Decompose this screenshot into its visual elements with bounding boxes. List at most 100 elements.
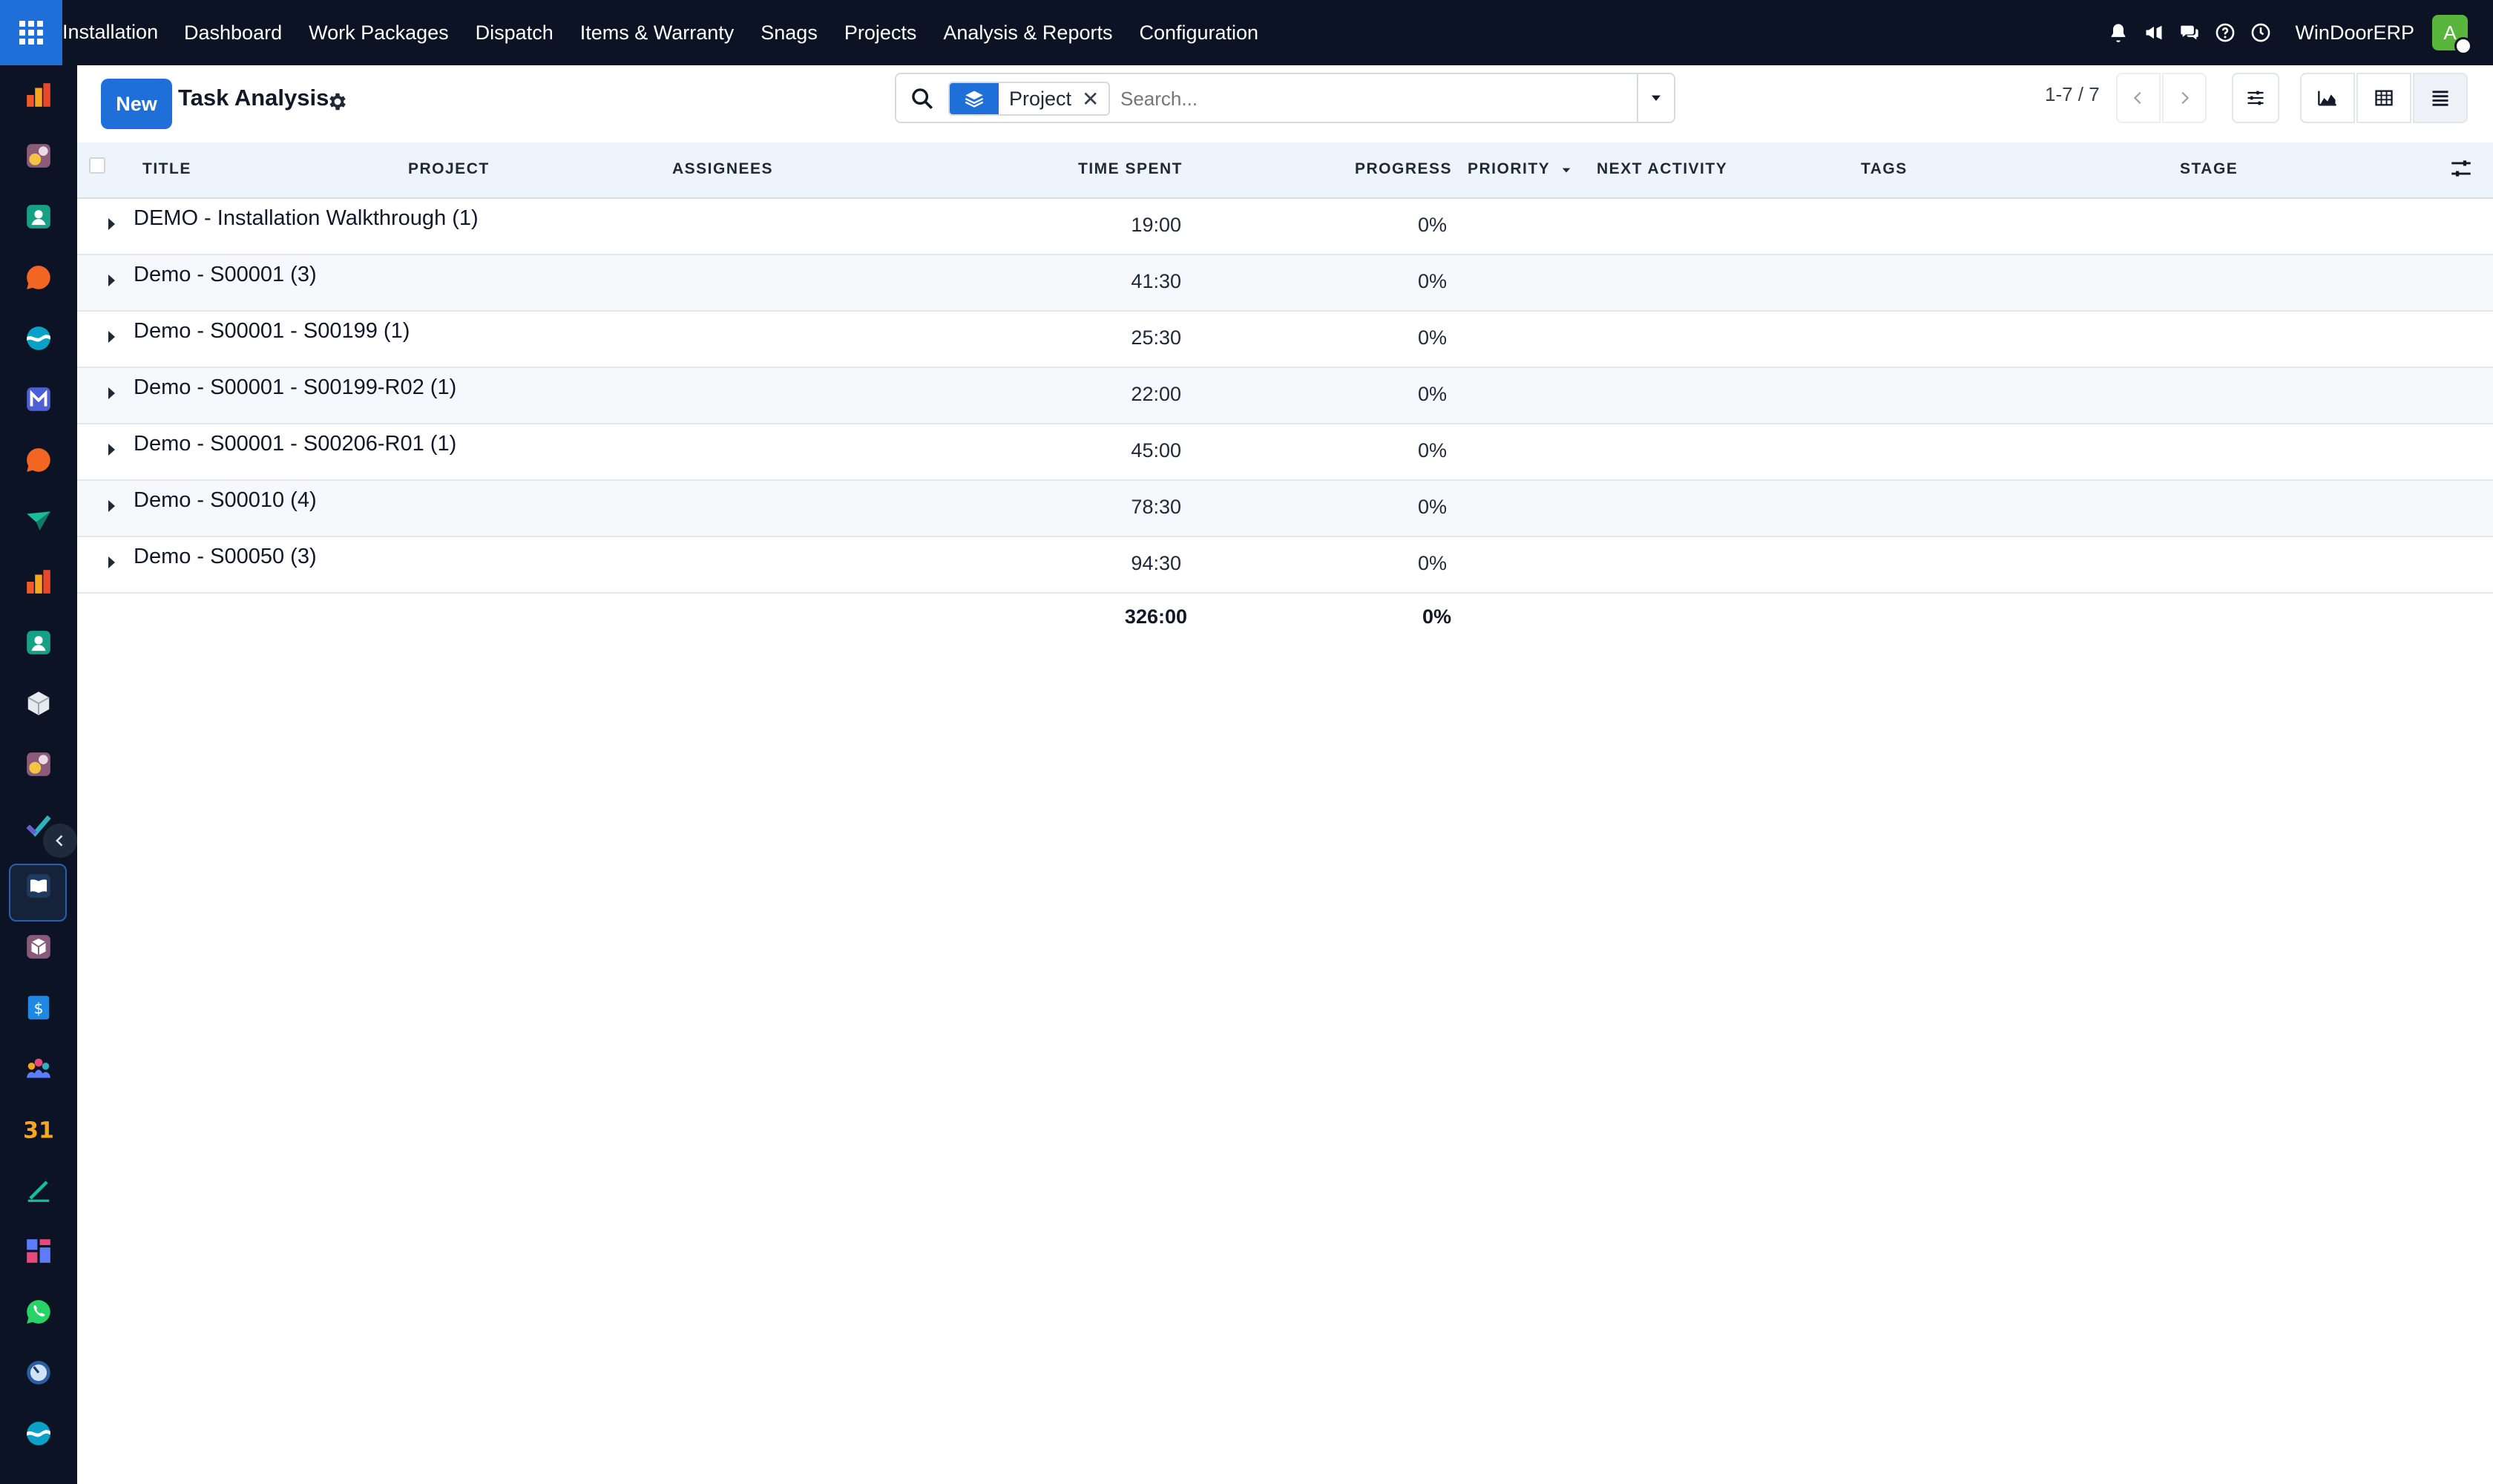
sign-icon[interactable] xyxy=(22,1174,55,1206)
table-footer-totals: 326:00 0% xyxy=(77,594,2493,640)
view-list-button[interactable] xyxy=(2413,73,2468,123)
column-assignees[interactable]: ASSIGNEES xyxy=(672,160,773,178)
avatar-initial: A xyxy=(2443,21,2457,44)
menu-dispatch[interactable]: Dispatch xyxy=(476,22,554,45)
bell-icon[interactable] xyxy=(2101,15,2136,50)
menu-items-warranty[interactable]: Items & Warranty xyxy=(580,22,735,45)
menu-projects[interactable]: Projects xyxy=(844,22,917,45)
search-options-toggle[interactable] xyxy=(1637,74,1674,122)
group-time-spent: 94:30 xyxy=(1131,552,1181,574)
column-progress[interactable]: PROGRESS xyxy=(1355,160,1452,178)
user-avatar[interactable]: A xyxy=(2432,15,2472,55)
cube-star-icon[interactable] xyxy=(22,748,55,781)
package-icon[interactable] xyxy=(22,687,55,720)
column-tags[interactable]: TAGS xyxy=(1861,160,1908,178)
column-title[interactable]: TITLE xyxy=(142,160,191,178)
table-header: TITLE PROJECT ASSIGNEES TIME SPENT PROGR… xyxy=(77,142,2493,199)
timer-icon[interactable] xyxy=(22,1356,55,1389)
column-project[interactable]: PROJECT xyxy=(408,160,490,178)
svg-text:$: $ xyxy=(33,999,43,1017)
table-row[interactable]: Demo - S00001 (3) 41:30 0% xyxy=(77,255,2493,312)
chat-bubble-icon[interactable] xyxy=(22,261,55,294)
bar-chart-icon[interactable] xyxy=(22,79,55,111)
group-time-spent: 41:30 xyxy=(1131,270,1181,292)
table-row[interactable]: Demo - S00010 (4) 78:30 0% xyxy=(77,481,2493,537)
column-stage[interactable]: STAGE xyxy=(2180,160,2238,178)
group-progress: 0% xyxy=(1417,270,1447,292)
filter-options-button[interactable] xyxy=(2232,73,2279,123)
select-all-checkbox[interactable] xyxy=(89,157,105,174)
contact-card-icon[interactable] xyxy=(22,626,55,659)
menu-dashboard[interactable]: Dashboard xyxy=(184,22,282,45)
caret-right-icon xyxy=(108,218,115,230)
group-progress: 0% xyxy=(1417,552,1447,574)
view-graph-button[interactable] xyxy=(2300,73,2355,123)
caret-right-icon xyxy=(108,444,115,456)
chevron-left-icon xyxy=(2133,91,2141,105)
table-row[interactable]: Demo - S00001 - S00206-R01 (1) 45:00 0% xyxy=(77,424,2493,481)
invoice-icon[interactable]: $ xyxy=(22,991,55,1024)
search-input[interactable] xyxy=(1120,83,1551,114)
contact-card-icon[interactable] xyxy=(22,200,55,233)
clock-icon[interactable] xyxy=(2243,15,2279,50)
project-check-icon[interactable] xyxy=(22,809,55,841)
messages-icon[interactable] xyxy=(2172,15,2207,50)
view-pivot-button[interactable] xyxy=(2356,73,2411,123)
group-time-spent: 45:00 xyxy=(1131,439,1181,462)
task-list-table: TITLE PROJECT ASSIGNEES TIME SPENT PROGR… xyxy=(77,142,2493,640)
megaphone-icon[interactable] xyxy=(2136,15,2172,50)
table-row[interactable]: Demo - S00001 - S00199-R02 (1) 22:00 0% xyxy=(77,368,2493,424)
help-icon[interactable] xyxy=(2207,15,2243,50)
calendar-icon[interactable]: 31 xyxy=(22,1113,55,1146)
svg-text:31: 31 xyxy=(24,1118,53,1144)
close-icon[interactable]: ✕ xyxy=(1082,87,1108,111)
mail-icon[interactable] xyxy=(22,383,55,416)
pager-next-button[interactable] xyxy=(2162,73,2207,123)
chevron-left-icon xyxy=(56,835,63,847)
paper-plane-icon[interactable] xyxy=(22,505,55,537)
group-progress: 0% xyxy=(1417,496,1447,518)
table-row[interactable]: DEMO - Installation Walkthrough (1) 19:0… xyxy=(77,199,2493,255)
caret-right-icon xyxy=(108,275,115,286)
column-time-spent[interactable]: TIME SPENT xyxy=(1078,160,1183,178)
cube-star-icon[interactable] xyxy=(22,139,55,172)
gear-icon[interactable] xyxy=(326,91,349,113)
search-bar: Project ✕ xyxy=(895,73,1675,123)
app-launcher-button[interactable] xyxy=(0,0,62,65)
group-name: Demo - S00001 - S00199 (1) xyxy=(134,319,410,343)
search-icon[interactable] xyxy=(910,86,935,111)
group-name: Demo - S00001 (3) xyxy=(134,263,317,286)
pager-previous-button[interactable] xyxy=(2116,73,2161,123)
optional-columns-icon[interactable] xyxy=(2448,156,2474,181)
facet-label: Project xyxy=(1009,87,1072,110)
whatsapp-icon[interactable] xyxy=(22,1296,55,1328)
menu-analysis-reports[interactable]: Analysis & Reports xyxy=(943,22,1112,45)
presence-dot xyxy=(2454,37,2472,55)
search-facet-project: Project ✕ xyxy=(948,82,1110,116)
chat-bubble-icon[interactable] xyxy=(22,444,55,476)
bar-chart-icon[interactable] xyxy=(22,565,55,598)
pager-value[interactable]: 1-7 / 7 xyxy=(2045,83,2100,106)
new-button[interactable]: New xyxy=(101,79,172,129)
caret-right-icon xyxy=(108,331,115,343)
menu-configuration[interactable]: Configuration xyxy=(1139,22,1258,45)
box-icon[interactable] xyxy=(22,930,55,963)
table-row[interactable]: Demo - S00050 (3) 94:30 0% xyxy=(77,537,2493,594)
group-progress: 0% xyxy=(1417,214,1447,236)
wave-icon[interactable] xyxy=(22,322,55,355)
menu-work-packages[interactable]: Work Packages xyxy=(309,22,449,45)
app-name[interactable]: Installation xyxy=(62,0,158,65)
layers-icon xyxy=(950,83,999,114)
book-icon[interactable] xyxy=(22,870,55,902)
table-row[interactable]: Demo - S00001 - S00199 (1) 25:30 0% xyxy=(77,312,2493,368)
company-switcher[interactable]: WinDoorERP xyxy=(2295,22,2414,45)
team-icon[interactable] xyxy=(22,1052,55,1085)
menu-snags[interactable]: Snags xyxy=(761,22,818,45)
dashboard-icon[interactable] xyxy=(22,1235,55,1267)
page-title: Task Analysis xyxy=(178,85,329,111)
main-menu: Dashboard Work Packages Dispatch Items &… xyxy=(184,0,1285,65)
column-next-activity[interactable]: NEXT ACTIVITY xyxy=(1597,160,1727,178)
group-name: Demo - S00001 - S00206-R01 (1) xyxy=(134,432,457,456)
column-priority[interactable]: PRIORITY xyxy=(1468,160,1550,178)
wave-icon[interactable] xyxy=(22,1417,55,1450)
